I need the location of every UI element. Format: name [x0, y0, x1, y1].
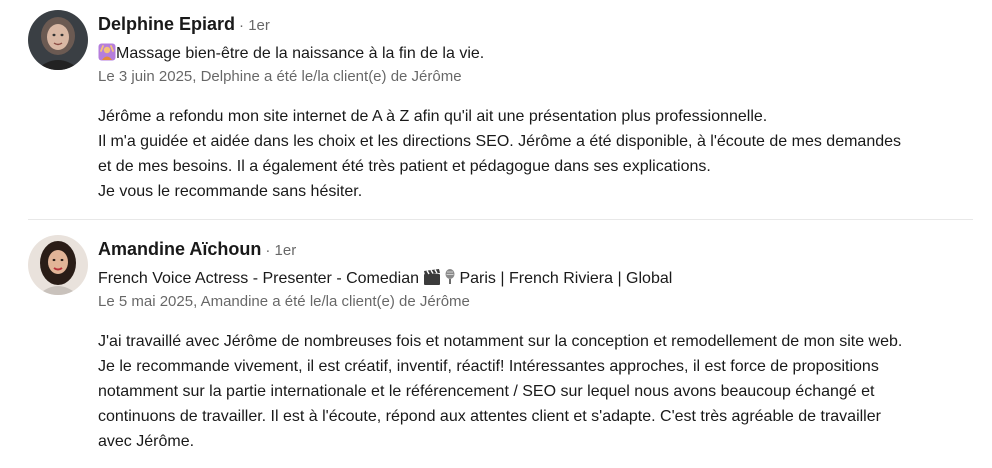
recommendation-meta: Le 5 mai 2025, Amandine a été le/la clie… — [98, 293, 470, 310]
avatar[interactable] — [28, 235, 88, 295]
recommendation-text: J'ai travaillé avec Jérôme de nombreuses… — [98, 329, 978, 454]
headline-text-part1: French Voice Actress - Presenter - Comed… — [98, 270, 424, 287]
recommender-header: Amandine Aïchoun · 1er — [98, 239, 296, 260]
text-line: Jérôme a refondu mon site internet de A … — [98, 108, 768, 125]
connection-degree: · 1er — [239, 17, 270, 34]
connection-degree: · 1er — [265, 242, 297, 259]
text-line: avec Jérôme. — [98, 433, 195, 450]
text-line: et de mes besoins. Il a également été tr… — [98, 158, 711, 175]
text-line: notamment sur la partie internationale e… — [98, 383, 875, 400]
microphone-icon — [441, 268, 459, 291]
headline-text-part2: Paris | French Riviera | Global — [459, 270, 673, 287]
recommender-name[interactable]: Delphine Epiard — [98, 14, 235, 34]
recommender-name[interactable]: Amandine Aïchoun — [98, 239, 261, 259]
text-line: Je vous le recommande sans hésiter. — [98, 183, 363, 200]
avatar[interactable] — [28, 10, 88, 70]
recommender-headline: Massage bien-être de la naissance à la f… — [98, 43, 484, 66]
woman-raising-hands-icon — [98, 43, 116, 66]
recommendation-card: Amandine Aïchoun · 1er French Voice Actre… — [0, 220, 992, 468]
text-line: continuons de travailler. Il est à l'éco… — [98, 408, 881, 425]
recommender-header: Delphine Epiard · 1er — [98, 14, 270, 35]
clapperboard-icon — [423, 268, 441, 291]
recommendation-meta: Le 3 juin 2025, Delphine a été le/la cli… — [98, 68, 462, 85]
text-line: J'ai travaillé avec Jérôme de nombreuses… — [98, 333, 903, 350]
text-line: Je le recommande vivement, il est créati… — [98, 358, 879, 375]
recommendation-card: Delphine Epiard · 1er Massage bien-être d… — [0, 0, 992, 219]
headline-text: Massage bien-être de la naissance à la f… — [116, 45, 485, 62]
recommendation-text: Jérôme a refondu mon site internet de A … — [98, 104, 978, 204]
recommender-headline: French Voice Actress - Presenter - Comed… — [98, 268, 672, 291]
text-line: Il m'a guidée et aidée dans les choix et… — [98, 133, 902, 150]
